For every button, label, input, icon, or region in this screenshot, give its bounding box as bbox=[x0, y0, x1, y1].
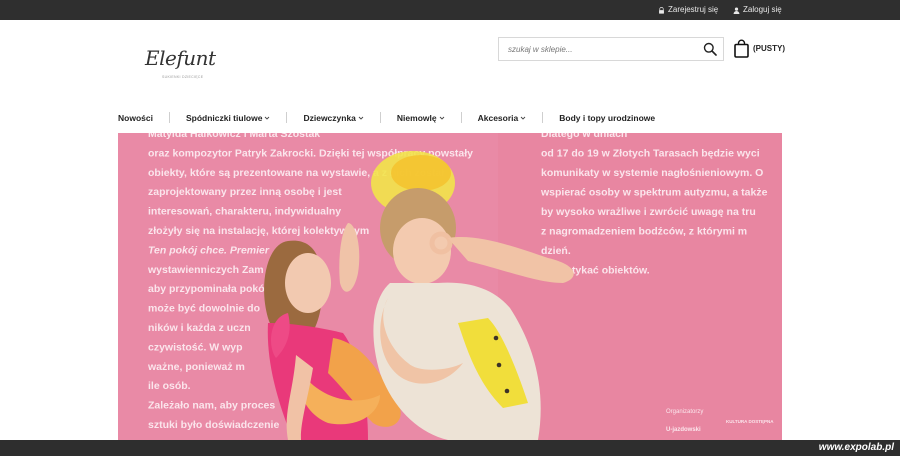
banner-text-line: interesowań, charakteru, indywidualny bbox=[148, 206, 341, 218]
banner-text-line: ile osób. bbox=[148, 380, 191, 392]
cart-status: (PUSTY) bbox=[753, 43, 785, 53]
nav-item-spódniczki-tiulowe[interactable]: Spódniczki tiulowe bbox=[186, 113, 271, 123]
banner-text-line: może być dowolnie do bbox=[148, 303, 260, 315]
organizer-logo-ujazdowski: U-jazdowski bbox=[666, 427, 701, 433]
watermark: www.expolab.pl bbox=[818, 442, 894, 453]
logo[interactable]: Elefunt SUKIENKI DZIECIĘCE bbox=[140, 46, 220, 88]
banner-text-line: Matylda Halkowicz i Marta Szostak bbox=[148, 133, 320, 140]
main-nav: Nowości Spódniczki tiulowe Dziewczynka Niem… bbox=[118, 110, 655, 125]
banner-text-line: czywistość. W wyp bbox=[148, 341, 243, 353]
user-icon bbox=[733, 6, 740, 14]
banner-text-line: by wysoko wrażliwe i zwrócić uwagę na tr… bbox=[541, 206, 756, 218]
nav-item-dziewczynka[interactable]: Dziewczynka bbox=[303, 112, 364, 123]
cart-button[interactable]: (PUSTY) bbox=[734, 37, 785, 59]
shopping-bag-icon bbox=[734, 39, 749, 58]
lock-icon bbox=[659, 6, 664, 14]
banner-text-line: dzień. bbox=[541, 245, 571, 257]
nav-separator bbox=[168, 112, 170, 123]
login-link[interactable]: Zaloguj się bbox=[733, 0, 782, 20]
banner-text-line: wystawienniczych Zam bbox=[147, 264, 264, 276]
nav-item-niemowlę[interactable]: Niemowlę bbox=[397, 113, 445, 123]
nav-item-label: Spódniczki tiulowe bbox=[185, 112, 263, 123]
logo-text: Elefunt bbox=[145, 46, 216, 70]
chevron-down-icon bbox=[358, 116, 364, 120]
banner-text-line: Ten pokój chce. Premier bbox=[148, 244, 270, 256]
nav-item-label: Niemowlę bbox=[396, 112, 437, 123]
search-button[interactable] bbox=[703, 42, 717, 56]
banner-text-line: Dlatego w dniach bbox=[541, 133, 627, 140]
nav-separator bbox=[379, 112, 381, 123]
search-input[interactable] bbox=[499, 38, 694, 60]
nav-separator bbox=[286, 112, 288, 123]
top-bar: Zarejestruj się Zaloguj się bbox=[0, 0, 900, 20]
banner-text-line: ważne, ponieważ m bbox=[147, 361, 245, 373]
chevron-down-icon bbox=[520, 116, 526, 120]
nav-item-label: Dziewczynka bbox=[303, 112, 356, 123]
nav-item-body-i-topy-urodzinowe[interactable]: Body i topy urodzinowe bbox=[559, 113, 655, 123]
register-label: Zarejestruj się bbox=[668, 5, 719, 14]
search-box bbox=[498, 37, 724, 61]
header: Elefunt SUKIENKI DZIECIĘCE (PUSTY) Nowoś… bbox=[0, 20, 900, 133]
logo-tagline: SUKIENKI DZIECIĘCE bbox=[162, 75, 204, 79]
banner-text-line: zaprojektowany przez inną osobę i jest bbox=[148, 186, 342, 198]
nav-item-nowości[interactable]: Nowości bbox=[118, 113, 153, 123]
banner-text-line: od 17 do 19 w Złotych Tarasach będzie wy… bbox=[541, 148, 760, 160]
nav-separator bbox=[542, 112, 544, 123]
chevron-down-icon bbox=[265, 116, 270, 120]
login-label: Zaloguj się bbox=[743, 5, 782, 14]
bottom-bar bbox=[0, 440, 900, 456]
banner-text-line: złożyły się na instalację, której kolekt… bbox=[148, 225, 369, 237]
banner-text-line: komunikaty w systemie nagłośnieniowym. O bbox=[541, 167, 763, 179]
nav-item-label: Nowości bbox=[118, 112, 153, 123]
hero-banner[interactable]: Matylda Halkowicz i Marta Szostak oraz ko… bbox=[118, 133, 782, 440]
organizer-logo-kultura: KULTURA DOSTĘPNA bbox=[726, 419, 774, 424]
register-link[interactable]: Zarejestruj się bbox=[658, 0, 718, 20]
banner-text-line: ników i każda z uczn bbox=[148, 322, 251, 334]
organizer-label: Organizatorzy bbox=[666, 409, 703, 415]
nav-item-akcesoria[interactable]: Akcesoria bbox=[478, 113, 527, 123]
banner-text-line: wspierać osoby w spektrum autyzmu, a tak… bbox=[540, 187, 768, 199]
banner-text-line: Zależało nam, aby proces bbox=[148, 400, 275, 412]
search-icon bbox=[703, 42, 717, 56]
nav-separator bbox=[460, 112, 462, 123]
banner-text-line: sztuki było doświadczenie bbox=[148, 419, 279, 431]
banner-text-line: z nagromadzeniem bodźców, z którymi m bbox=[541, 226, 747, 238]
hero-image: Matylda Halkowicz i Marta Szostakoraz ko… bbox=[118, 133, 782, 440]
chevron-down-icon bbox=[439, 116, 444, 120]
nav-item-label: Akcesoria bbox=[477, 112, 519, 123]
banner-text-line: aby przypominała pokó bbox=[148, 283, 265, 295]
nav-item-label: Body i topy urodzinowe bbox=[559, 112, 656, 123]
